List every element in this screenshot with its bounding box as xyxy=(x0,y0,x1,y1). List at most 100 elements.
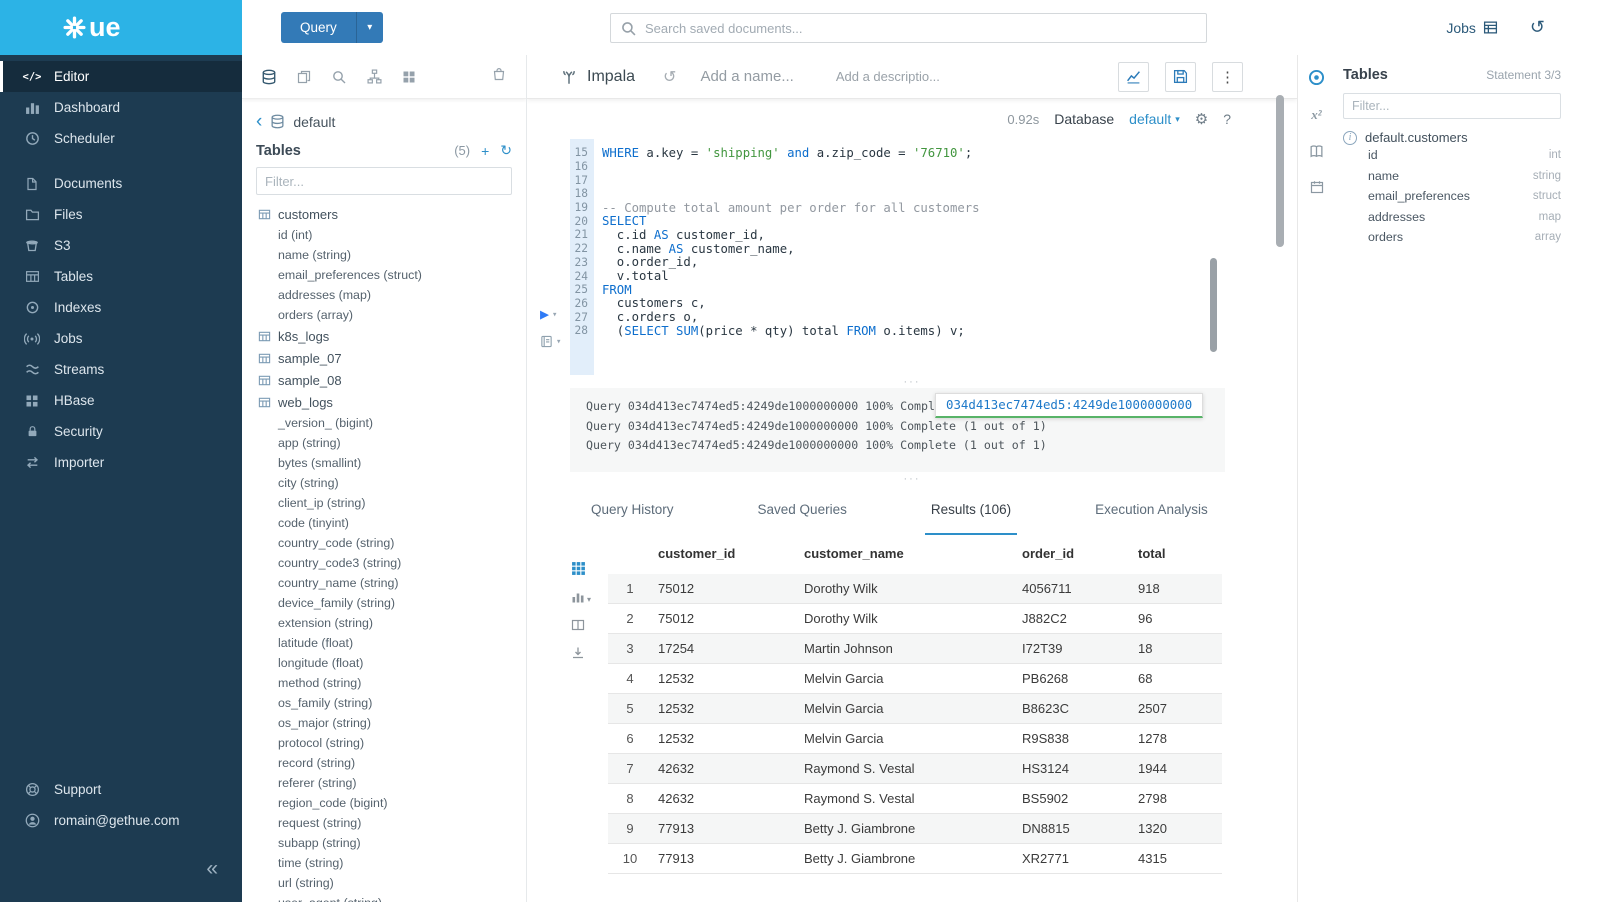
column-item[interactable]: request (string) xyxy=(242,813,526,833)
dictionary-icon[interactable] xyxy=(540,335,553,348)
column-item[interactable]: country_code3 (string) xyxy=(242,553,526,573)
active-table-item[interactable]: i default.customers xyxy=(1343,130,1561,145)
columns-toggle-icon[interactable] xyxy=(570,618,586,632)
download-icon[interactable] xyxy=(570,646,586,660)
query-dropdown-button[interactable]: ▾ xyxy=(356,12,383,43)
query-button[interactable]: Query xyxy=(281,12,356,43)
sidebar-item-hbase[interactable]: HBase xyxy=(0,385,242,416)
hue-logo[interactable]: ue xyxy=(0,0,242,55)
column-header[interactable]: customer_id xyxy=(652,535,798,574)
add-table-icon[interactable]: + xyxy=(481,143,489,159)
info-icon[interactable]: i xyxy=(1343,131,1357,145)
refresh-icon[interactable]: ↻ xyxy=(500,142,512,159)
sidebar-item-tables[interactable]: Tables xyxy=(0,261,242,292)
sitemap-icon[interactable] xyxy=(365,69,383,85)
apps-icon[interactable] xyxy=(400,69,418,85)
column-item[interactable]: url (string) xyxy=(242,873,526,893)
reference-book-icon[interactable] xyxy=(1307,144,1326,159)
column-header[interactable]: total xyxy=(1132,535,1222,574)
tab-query-history[interactable]: Query History xyxy=(585,485,680,535)
column-item[interactable]: city (string) xyxy=(242,473,526,493)
sidebar-item-support[interactable]: Support xyxy=(0,774,242,805)
column-item[interactable]: longitude (float) xyxy=(242,653,526,673)
search-icon[interactable] xyxy=(330,69,348,85)
sidebar-item-streams[interactable]: Streams xyxy=(0,354,242,385)
sidebar-item-editor[interactable]: </>Editor xyxy=(0,61,242,92)
table-item[interactable]: sample_07 xyxy=(242,347,526,369)
sidebar-item-security[interactable]: Security xyxy=(0,416,242,447)
snippet-history-icon[interactable]: ↺ xyxy=(663,67,676,87)
query-history-icon[interactable]: ↺ xyxy=(1530,17,1545,38)
column-header[interactable]: order_id xyxy=(1016,535,1132,574)
sidebar-item-dashboard[interactable]: Dashboard xyxy=(0,92,242,123)
column-item[interactable]: name (string) xyxy=(242,245,526,265)
column-item[interactable]: email_preferences (struct) xyxy=(242,265,526,285)
column-item[interactable]: ordersarray xyxy=(1343,227,1561,248)
column-item[interactable]: app (string) xyxy=(242,433,526,453)
breadcrumb-database[interactable]: default xyxy=(293,114,335,130)
column-item[interactable]: device_family (string) xyxy=(242,593,526,613)
resize-handle[interactable]: ··· xyxy=(527,472,1297,485)
tables-filter-input[interactable] xyxy=(256,167,512,195)
column-item[interactable]: orders (array) xyxy=(242,305,526,325)
column-item[interactable]: subapp (string) xyxy=(242,833,526,853)
sidebar-item-importer[interactable]: Importer xyxy=(0,447,242,478)
chart-button[interactable] xyxy=(1118,62,1149,92)
column-header[interactable]: customer_name xyxy=(798,535,1016,574)
sidebar-item-documents[interactable]: Documents xyxy=(0,168,242,199)
chevron-down-icon[interactable]: ▾ xyxy=(556,337,561,347)
tab-results-106[interactable]: Results (106) xyxy=(925,485,1017,535)
column-item[interactable]: bytes (smallint) xyxy=(242,453,526,473)
help-icon[interactable]: ? xyxy=(1223,111,1231,127)
play-icon[interactable]: ▶ xyxy=(540,307,549,322)
right-assist-filter-input[interactable] xyxy=(1343,93,1561,119)
column-item[interactable]: method (string) xyxy=(242,673,526,693)
sidebar-collapse-icon[interactable]: « xyxy=(206,857,218,881)
query-description-field[interactable]: Add a descriptio... xyxy=(836,69,940,84)
assistant-icon[interactable] xyxy=(1307,69,1326,86)
chevron-down-icon[interactable]: ▾ xyxy=(587,595,591,604)
code-scrollbar[interactable] xyxy=(1210,258,1217,352)
sidebar-item-indexes[interactable]: Indexes xyxy=(0,292,242,323)
table-item[interactable]: customers xyxy=(242,203,526,225)
panel-scrollbar[interactable] xyxy=(1276,95,1284,247)
schedule-calendar-icon[interactable] xyxy=(1307,180,1326,194)
sidebar-item-s3[interactable]: S3 xyxy=(0,230,242,261)
column-item[interactable]: client_ip (string) xyxy=(242,493,526,513)
column-item[interactable]: country_name (string) xyxy=(242,573,526,593)
column-item[interactable]: country_code (string) xyxy=(242,533,526,553)
query-name-field[interactable]: Add a name... xyxy=(700,68,793,85)
column-item[interactable]: addresses (map) xyxy=(242,285,526,305)
column-item[interactable]: time (string) xyxy=(242,853,526,873)
column-item[interactable]: os_family (string) xyxy=(242,693,526,713)
table-item[interactable]: sample_08 xyxy=(242,369,526,391)
column-item[interactable]: email_preferencesstruct xyxy=(1343,186,1561,207)
sidebar-item-romain-gethue-com[interactable]: romain@gethue.com xyxy=(0,805,242,836)
sidebar-item-files[interactable]: Files xyxy=(0,199,242,230)
column-item[interactable]: os_major (string) xyxy=(242,713,526,733)
sidebar-item-scheduler[interactable]: Scheduler xyxy=(0,123,242,154)
column-item[interactable]: user_agent (string) xyxy=(242,893,526,902)
global-search-input[interactable] xyxy=(645,21,1196,36)
database-dropdown[interactable]: default ▾ xyxy=(1129,111,1180,127)
column-item[interactable]: code (tinyint) xyxy=(242,513,526,533)
tab-execution-analysis[interactable]: Execution Analysis xyxy=(1089,485,1214,535)
more-actions-button[interactable]: ⋮ xyxy=(1212,62,1243,92)
grid-view-icon[interactable] xyxy=(570,561,586,576)
copy-documents-icon[interactable] xyxy=(295,69,313,85)
column-item[interactable]: id (int) xyxy=(242,225,526,245)
column-item[interactable]: referer (string) xyxy=(242,773,526,793)
settings-gear-icon[interactable]: ⚙ xyxy=(1195,110,1208,128)
column-item[interactable]: addressesmap xyxy=(1343,207,1561,228)
sidebar-item-jobs[interactable]: Jobs xyxy=(0,323,242,354)
functions-icon[interactable]: x² xyxy=(1307,107,1326,123)
resize-handle[interactable]: ··· xyxy=(527,375,1297,388)
jobs-link[interactable]: Jobs xyxy=(1446,20,1498,36)
column-item[interactable]: extension (string) xyxy=(242,613,526,633)
column-item[interactable]: latitude (float) xyxy=(242,633,526,653)
column-item[interactable]: protocol (string) xyxy=(242,733,526,753)
column-item[interactable]: namestring xyxy=(1343,166,1561,187)
save-button[interactable] xyxy=(1165,62,1196,92)
table-item[interactable]: k8s_logs xyxy=(242,325,526,347)
sql-editor[interactable]: 15WHERE a.key = 'shipping' and a.zip_cod… xyxy=(527,139,1297,375)
